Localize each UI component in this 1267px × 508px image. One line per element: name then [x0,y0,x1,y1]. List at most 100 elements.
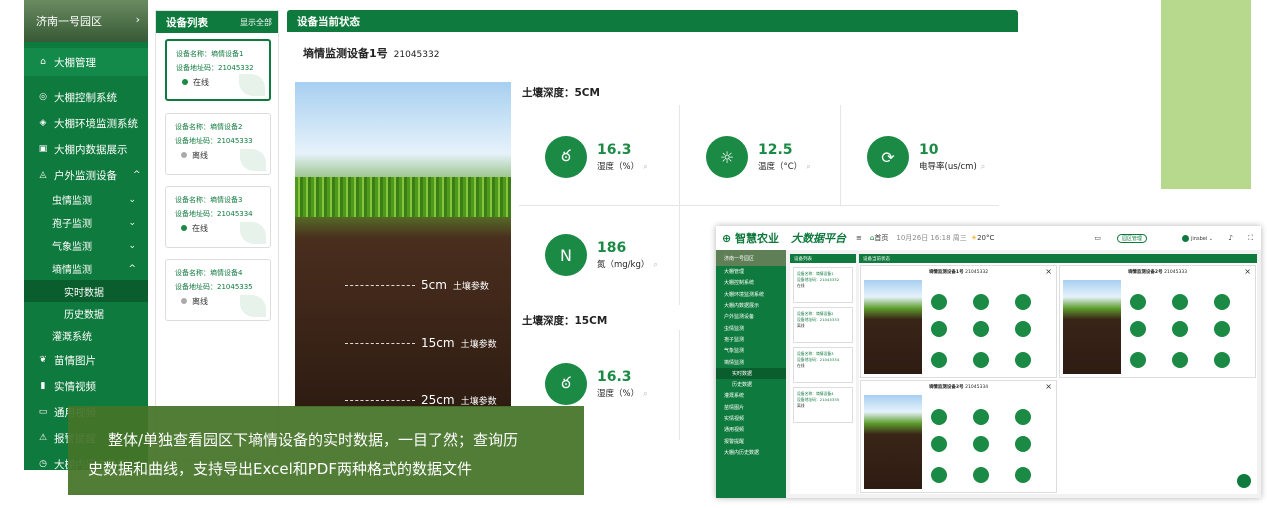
home-icon: ⌂ [40,57,46,67]
status-header: 设备当前状态 [287,10,1018,32]
close-icon[interactable]: × [1244,267,1251,276]
preview-nav: 苗情图片 [724,404,745,411]
grass-layer [295,177,511,217]
nav-greenhouse-management[interactable]: ⌂ 大棚管理 [24,48,148,76]
metric-unit: 温度（°C） [758,162,803,172]
caption-line-2: 史数据和曲线，支持导出Excel和PDF两种格式的数据文件 [88,460,472,478]
avatar [1182,234,1190,242]
metric-value: 16.3 [597,142,632,158]
device-card[interactable]: 设备名称：墒情设备3 设备地址码：21045334 在线 [165,186,271,248]
fullscreen-icon[interactable]: ⛶ [1248,234,1253,243]
nav-label: 户外监测设备 [54,169,117,182]
sensor-dot [931,294,947,310]
device-name: 墒情监测设备1号 [303,47,388,60]
device-card[interactable]: 设备名称：墒情设备1 设备地址码：21045332 在线 [165,39,271,101]
sensor-dot [931,436,947,452]
device-address: 设备地址码：21045335 [175,283,253,291]
leaf-icon: ❦ [39,355,47,365]
nav-label: 虫情监测 [52,196,92,207]
nav-data-display[interactable]: ▣ 大棚内数据展示 [24,136,148,162]
chevron-down-icon: ⌄ [128,240,136,251]
drop-icon: ఠ [545,136,587,178]
device-name: 设备名称：墒情设备4 [175,269,243,277]
sensor-dot [973,467,989,483]
search-icon[interactable]: ⌕ [643,162,647,171]
menu-icon[interactable]: ≡ [856,234,862,242]
panel-title: 墒情监测设备2号 [1127,270,1163,275]
preview-device-card[interactable]: 设备名称：墒情设备3 设备地址码：21045334 在线 [793,347,853,383]
device-card[interactable]: 设备名称：墒情设备4 设备地址码：21045335 离线 [165,259,271,321]
preview-device-card[interactable]: 设备名称：墒情设备4 设备地址码：21045335 离线 [793,387,853,423]
shield-icon: ◈ [39,118,47,128]
nav-spore[interactable]: 孢子监测 ⌄ [24,211,148,234]
preview-park: 济南一号园区 [716,250,786,266]
close-icon[interactable]: × [1045,382,1052,391]
preview-status-area: 设备当前状态 墒情监测设备1号 21045332 × 墒情监测设备2号 2104… [859,254,1257,494]
close-icon[interactable]: × [1045,267,1052,276]
nav-soil-moisture[interactable]: 墒情监测 ^ [24,257,148,280]
status-dot [181,298,187,304]
nav-label: 历史数据 [64,309,104,321]
nav-outdoor-devices[interactable]: ◬ 户外监测设备 ^ [24,162,148,188]
sensor-dot [931,321,947,337]
nav-realtime-data[interactable]: 实时数据 [24,280,148,302]
device-address: 设备地址码：21045332 [176,64,254,72]
soil-profile-image: 5cm 土壤参数 15cm 土壤参数 25cm 土壤参数 [295,82,511,407]
nav-seedling-images[interactable]: ❦ 苗情图片 [24,347,148,373]
status-dot [181,152,187,158]
nav-weather[interactable]: 气象监测 ⌄ [24,234,148,257]
nav-label: 实情视频 [54,380,96,393]
preview-device-panel: 墒情监测设备3号 21045334 × [860,380,1057,493]
sidebar: 济南一号园区 › ⌂ 大棚管理 ◎ 大棚控制系统 ◈ 大棚环境监测系统 ▣ 大棚内数据展示… [24,0,148,470]
device-list-header: 设备列表 显示全部 [156,11,278,33]
panel-id: 21045333 [1164,270,1188,275]
chevron-up-icon: ^ [128,263,136,274]
park-selector[interactable]: 济南一号园区 › [24,0,148,42]
search-icon[interactable]: ⌕ [806,162,810,171]
nav-irrigation[interactable]: 灌溉系统 [24,324,148,347]
monitor-icon[interactable]: ▭ [1094,234,1101,242]
nav-live-video[interactable]: ▮ 实情视频 [24,373,148,399]
section-title-15cm: 土壤深度：15CM [522,315,608,327]
bell-icon[interactable]: ♪ [1229,234,1233,242]
preview-nav: 墒情监测 [724,359,745,366]
chat-icon[interactable] [1237,474,1251,488]
preview-device-card[interactable]: 设备名称：墒情设备1 设备地址码：21045332 在线 [793,267,853,303]
panel-id: 21045334 [965,385,989,390]
nav-control-system[interactable]: ◎ 大棚控制系统 [24,84,148,110]
search-icon[interactable]: ⌕ [981,162,985,171]
sensor-dot [1015,467,1031,483]
device-title: 墒情监测设备1号 21045332 [303,45,439,61]
feature-caption: 整体/单独查看园区下墒情设备的实时数据，一目了然；查询历 史数据和曲线，支持导出… [68,406,584,495]
user-menu[interactable]: jinsbei ⌄ [1182,234,1213,242]
metric-humidity-15cm: ఠ 16.3 湿度（%） ⌕ [545,363,648,405]
sensor-dot [1214,321,1230,337]
preview-nav: 虫情监测 [724,325,745,332]
chevron-right-icon: › [135,13,140,26]
status-text: 离线 [192,151,208,160]
sensor-dot [1172,321,1188,337]
section-title-5cm: 土壤深度：5CM [522,87,600,99]
depth-value: 25cm [421,393,455,407]
decorative-green-block [1161,0,1251,189]
sensor-icon: ◬ [39,170,47,180]
nav-label: 大棚环境监测系统 [54,117,138,130]
preview-nav: 灌溉系统 [724,393,745,400]
show-all-link[interactable]: 显示全部 [240,17,272,28]
depth-value: 5cm [421,278,447,292]
metric-temperature: ☼ 12.5 温度（°C） ⌕ [706,136,811,178]
nav-pest[interactable]: 虫情监测 ⌄ [24,188,148,211]
status-text: 离线 [797,323,805,328]
park-manage-button[interactable]: 园区管理 [1116,233,1147,243]
search-icon[interactable]: ⌕ [643,389,647,398]
nav-history-data[interactable]: 历史数据 [24,302,148,324]
nav-label: 气象监测 [52,242,92,253]
sensor-dot [931,352,947,368]
bar-chart-icon: ▮ [40,381,46,391]
search-icon[interactable]: ⌕ [653,260,657,269]
preview-device-card[interactable]: 设备名称：墒情设备2 设备地址码：21045333 离线 [793,307,853,343]
preview-nav: 大棚管理 [724,269,745,276]
device-card[interactable]: 设备名称：墒情设备2 设备地址码：21045333 离线 [165,113,271,175]
home-link[interactable]: 首页 [874,233,888,243]
nav-env-monitor[interactable]: ◈ 大棚环境监测系统 [24,110,148,136]
